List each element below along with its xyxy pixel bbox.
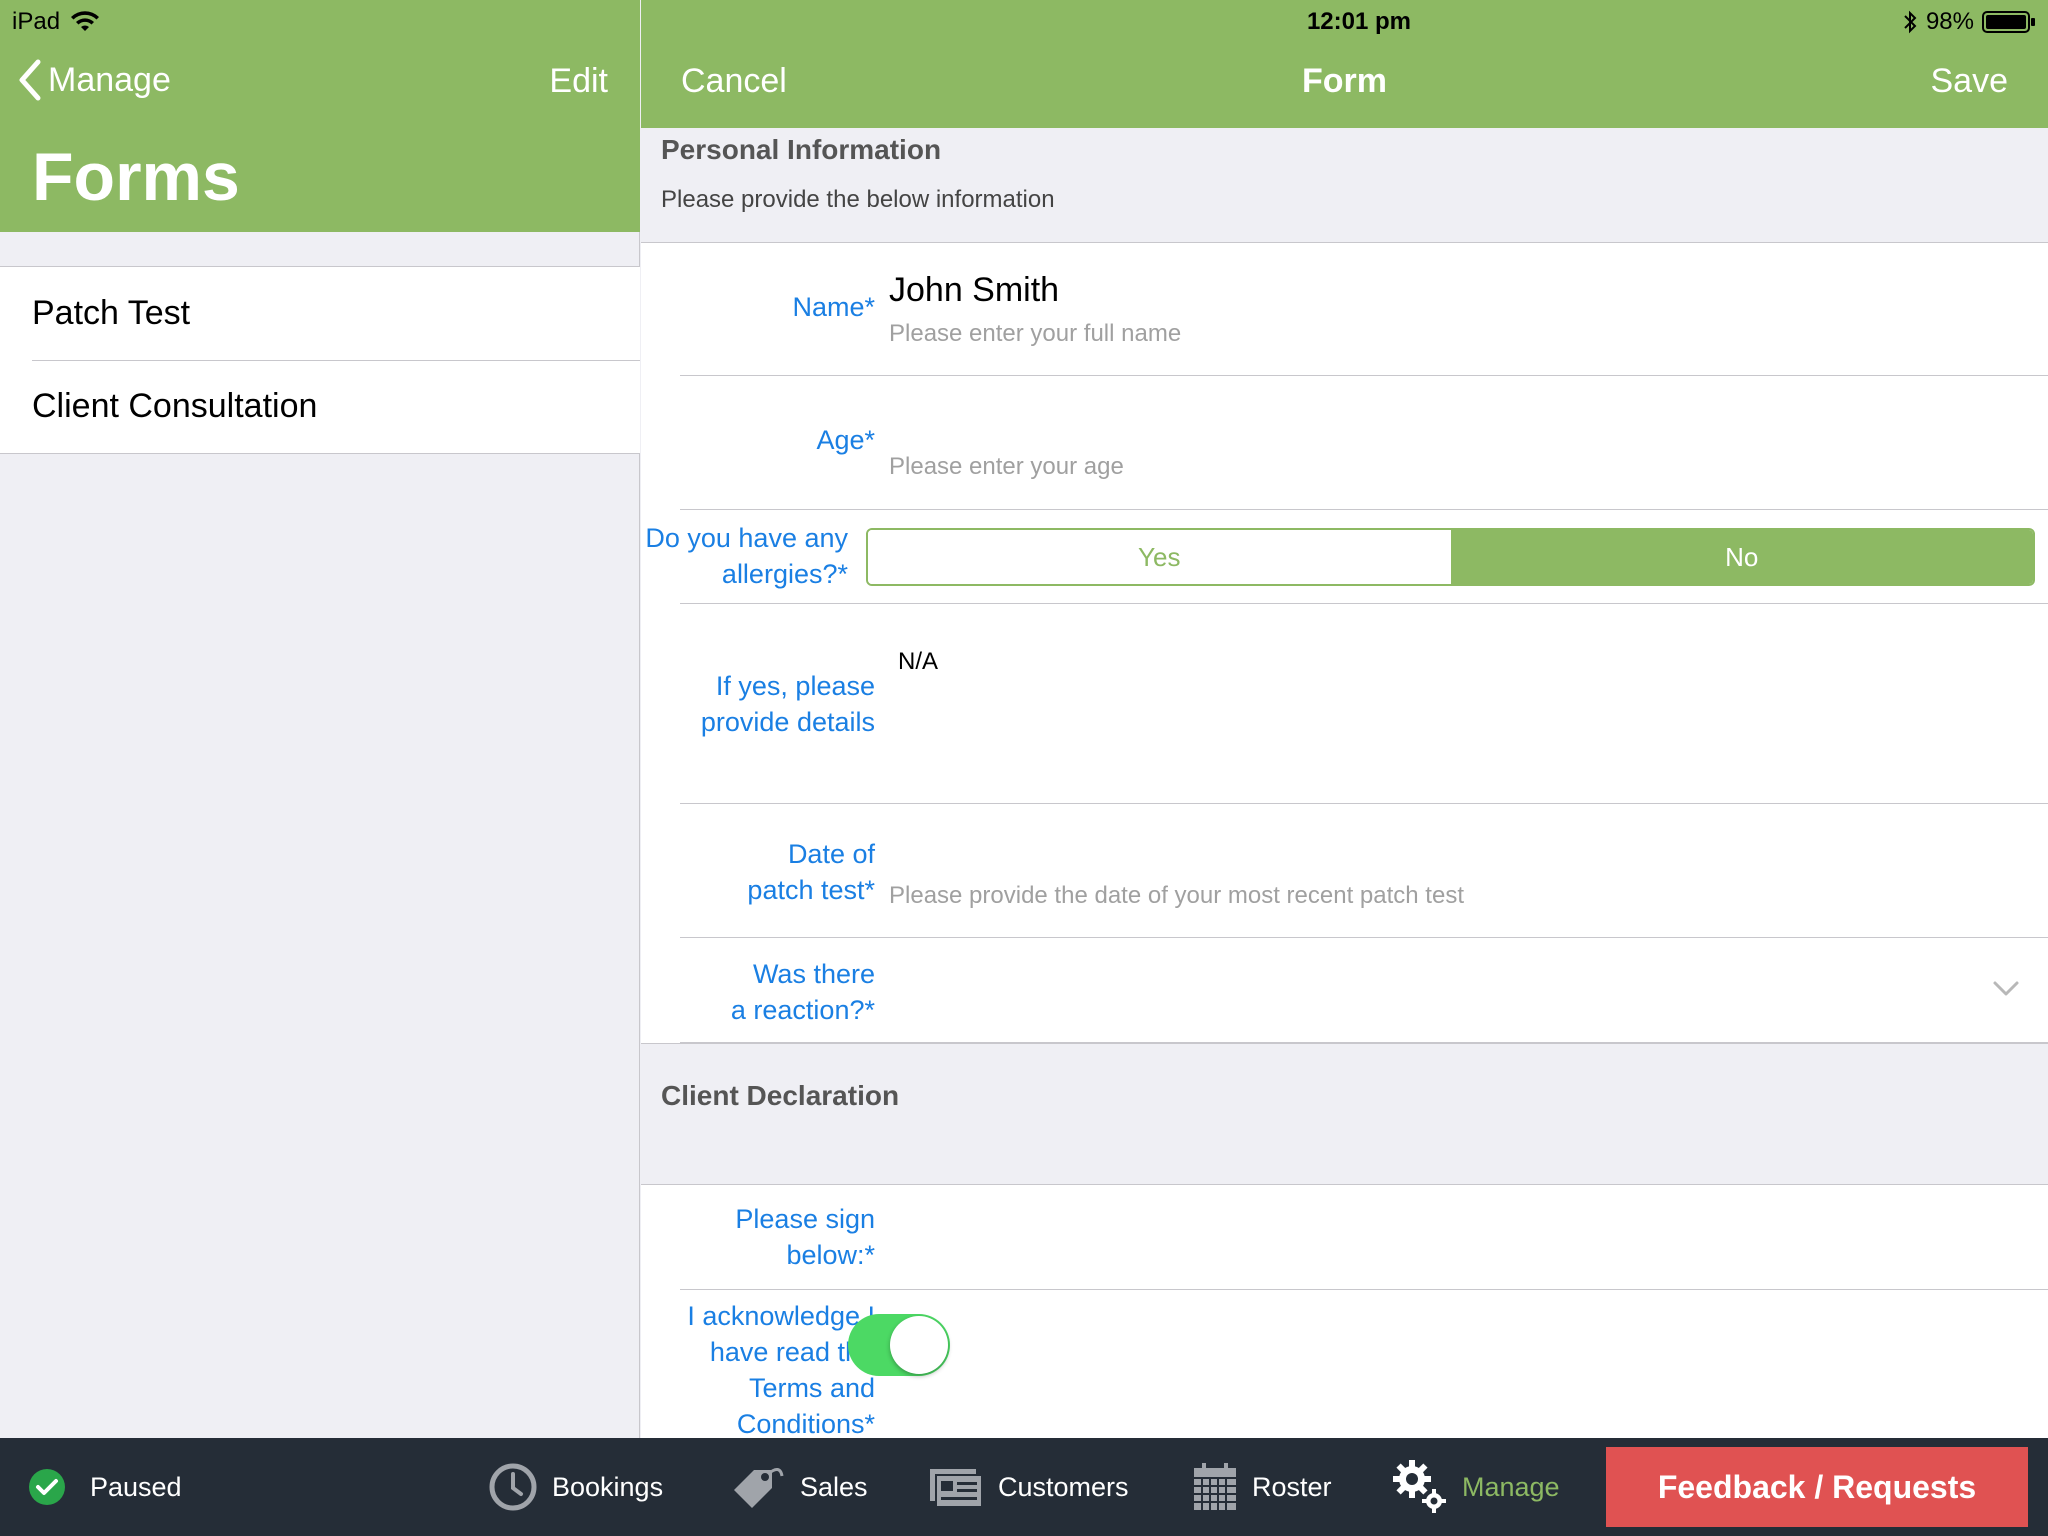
- signature-label: Please sign below:*: [735, 1201, 875, 1273]
- check-circle-icon: [29, 1469, 65, 1505]
- cancel-button[interactable]: Cancel: [681, 62, 787, 101]
- status-bar-left: iPad: [12, 8, 100, 36]
- status-time: 12:01 pm: [1306, 8, 1411, 35]
- save-button[interactable]: Save: [1931, 62, 2009, 101]
- device-label: iPad: [12, 8, 61, 35]
- edit-button[interactable]: Edit: [549, 62, 608, 101]
- battery-icon: [1982, 11, 2035, 33]
- signature-label-line2: below:*: [786, 1240, 875, 1270]
- patch-date-field[interactable]: Please provide the date of your most rec…: [889, 882, 1989, 910]
- tab-label: Customers: [998, 1471, 1129, 1502]
- patch-date-label-line1: Date of: [787, 839, 875, 869]
- paused-status[interactable]: Paused: [28, 1438, 182, 1536]
- signature-row[interactable]: Please sign below:*: [680, 1185, 2048, 1290]
- tab-label: Bookings: [552, 1471, 664, 1502]
- feedback-requests-button[interactable]: Feedback / Requests: [1606, 1447, 2028, 1527]
- allergies-no-option[interactable]: No: [1450, 530, 2033, 584]
- paused-label: Paused: [90, 1471, 182, 1502]
- cards-icon: [930, 1469, 983, 1508]
- toggle-knob: [890, 1316, 948, 1374]
- section-subtitle: Please provide the below information: [661, 186, 1055, 213]
- tab-label: Sales: [800, 1471, 868, 1502]
- allergies-label: Do you have any allergies?*: [645, 520, 848, 592]
- allergies-yes-option[interactable]: Yes: [868, 530, 1451, 584]
- section-header-declaration: Client Declaration: [641, 1043, 2048, 1185]
- patch-date-row: Date of patch test* Please provide the d…: [680, 804, 2048, 938]
- form-title: Form: [1302, 62, 1387, 100]
- tag-icon: [734, 1468, 784, 1508]
- tab-manage[interactable]: Manage: [1392, 1438, 1560, 1536]
- allergies-label-line1: Do you have any: [645, 523, 848, 553]
- back-button[interactable]: Manage: [16, 58, 171, 102]
- allergies-row: Do you have any allergies?* Yes No: [645, 510, 2048, 604]
- section-header-personal: Personal Information Please provide the …: [641, 128, 2048, 243]
- battery-percent: 98%: [1925, 8, 1974, 35]
- page-title: Forms: [32, 139, 240, 215]
- name-field[interactable]: John Smith: [889, 271, 1059, 310]
- reaction-row[interactable]: Was there a reaction?*: [680, 938, 2048, 1043]
- details-row: If yes, please provide details N/A: [680, 604, 2048, 804]
- name-label: Name*: [792, 292, 875, 322]
- list-item[interactable]: Patch Test: [0, 267, 640, 360]
- signature-label-line1: Please sign: [735, 1204, 875, 1234]
- age-row: Age* Please enter your age: [680, 376, 2048, 510]
- clock-icon: [489, 1463, 537, 1511]
- list-item[interactable]: Client Consultation: [0, 360, 640, 453]
- reaction-label: Was there a reaction?*: [731, 956, 875, 1028]
- details-label-line1: If yes, please: [715, 671, 875, 701]
- forms-list: Patch Test Client Consultation: [0, 266, 640, 454]
- back-label: Manage: [48, 60, 171, 99]
- tab-customers[interactable]: Customers: [928, 1438, 1129, 1536]
- details-label-line2: provide details: [700, 707, 875, 737]
- terms-label-line1: I acknowledge I: [687, 1301, 875, 1331]
- wifi-icon: [71, 11, 100, 31]
- tab-label: Manage: [1462, 1471, 1560, 1502]
- gears-icon: [1393, 1460, 1446, 1513]
- bluetooth-icon: [1904, 10, 1917, 34]
- section-title: Personal Information: [661, 134, 942, 165]
- tab-bookings[interactable]: Bookings: [488, 1438, 663, 1536]
- details-textarea[interactable]: N/A: [898, 648, 1998, 788]
- tab-label: Roster: [1252, 1471, 1332, 1502]
- terms-toggle[interactable]: [848, 1314, 950, 1376]
- name-row: Name* John Smith Please enter your full …: [680, 243, 2048, 376]
- reaction-label-line1: Was there: [752, 959, 875, 989]
- allergies-segmented-control: Yes No: [866, 528, 2035, 586]
- terms-label-line4: Conditions*: [736, 1409, 875, 1438]
- master-pane: iPad Manage Edit Forms Patch Test Client…: [0, 0, 640, 1438]
- reaction-label-line2: a reaction?*: [730, 995, 875, 1025]
- chevron-left-icon: [19, 59, 41, 101]
- patch-date-label: Date of patch test*: [747, 836, 875, 908]
- form-navbar: 12:01 pm 98% Form Cancel Save: [641, 0, 2048, 128]
- master-header: iPad Manage Edit Forms: [0, 0, 640, 232]
- patch-date-label-line2: patch test*: [747, 875, 875, 905]
- allergies-label-line2: allergies?*: [721, 559, 848, 589]
- details-label: If yes, please provide details: [701, 668, 875, 740]
- tab-roster[interactable]: Roster: [1192, 1438, 1332, 1536]
- chevron-down-icon[interactable]: [1992, 974, 2020, 1002]
- name-hint: Please enter your full name: [889, 320, 1182, 347]
- tab-bar: Paused Bookings Sales Customers Roster M…: [0, 1438, 2048, 1536]
- terms-label: I acknowledge I have read the Terms and …: [687, 1298, 875, 1438]
- terms-label-line2: have read the: [709, 1337, 875, 1367]
- section-title: Client Declaration: [661, 1080, 900, 1111]
- terms-label-line3: Terms and: [748, 1373, 875, 1403]
- age-field[interactable]: Please enter your age: [889, 453, 1989, 493]
- detail-pane: 12:01 pm 98% Form Cancel Save Personal I…: [641, 0, 2048, 1438]
- status-bar-right: 98%: [1902, 8, 2036, 36]
- tab-sales[interactable]: Sales: [728, 1438, 868, 1536]
- calendar-icon: [1194, 1463, 1236, 1510]
- age-label: Age*: [816, 425, 875, 455]
